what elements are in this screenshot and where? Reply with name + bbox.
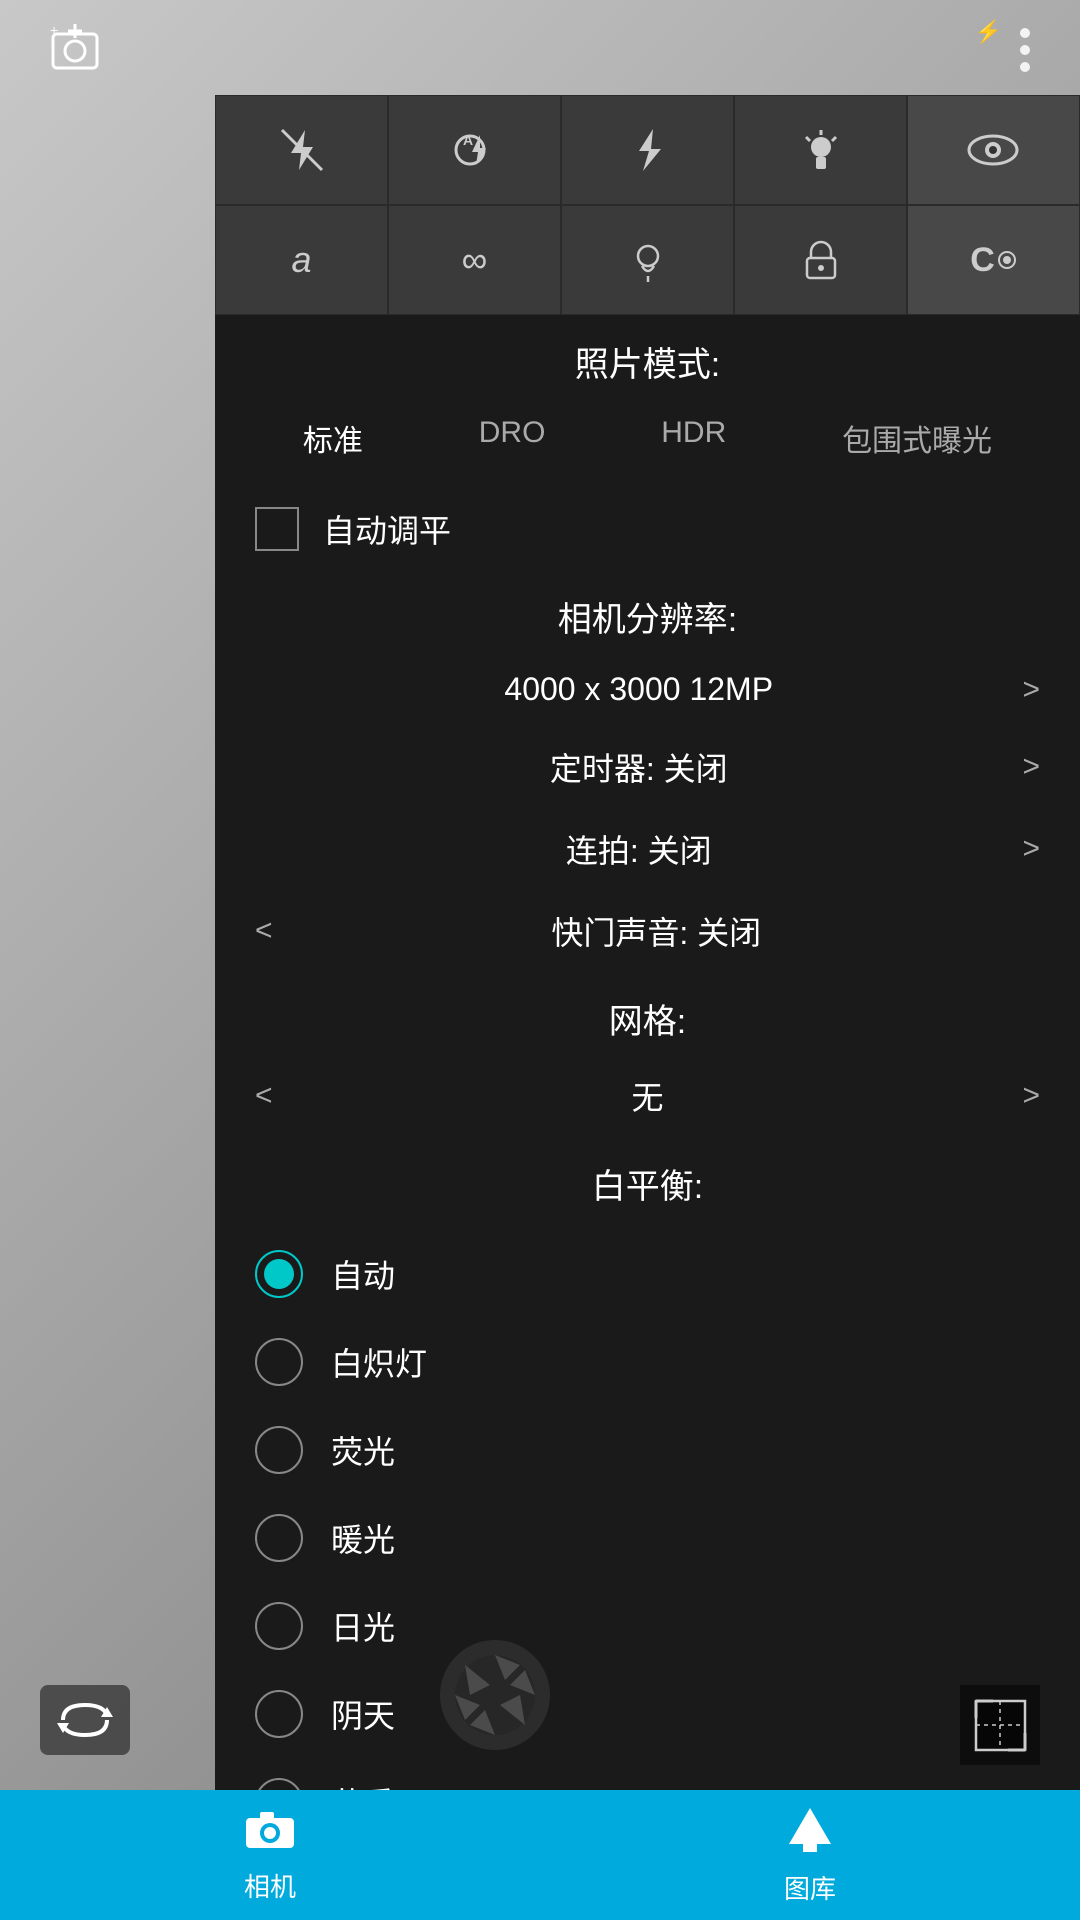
focus-row: a ∞ C (215, 205, 1080, 315)
wb-fluorescent-label: 荧光 (331, 1427, 395, 1473)
focus-macro-button[interactable] (561, 205, 734, 315)
settings-panel: A a (215, 95, 1080, 1790)
flash-off-button[interactable] (215, 95, 388, 205)
timer-label: 定时器: 关闭 (550, 744, 728, 790)
focus-infinity-button[interactable]: ∞ (388, 205, 561, 315)
flash-row: A (215, 95, 1080, 205)
grid-left-arrow[interactable]: < (255, 1079, 273, 1113)
shutter-sound-row[interactable]: < 快门声音: 关闭 (215, 890, 1080, 972)
flash-torch-button[interactable] (734, 95, 907, 205)
wb-incandescent-radio[interactable] (255, 1338, 303, 1386)
mode-bracket[interactable]: 包围式曝光 (826, 408, 1008, 468)
wb-fluorescent-radio[interactable] (255, 1426, 303, 1474)
flash-on-button[interactable] (561, 95, 734, 205)
grid-title: 网格: (215, 972, 1080, 1055)
flash-auto-button[interactable]: A (388, 95, 561, 205)
wb-title: 白平衡: (215, 1137, 1080, 1220)
add-photo-button[interactable]: + (40, 15, 110, 85)
mode-dro[interactable]: DRO (463, 408, 562, 468)
wb-daylight-label: 日光 (331, 1603, 395, 1649)
resolution-row[interactable]: 4000 x 3000 12MP > (215, 653, 1080, 726)
bottom-nav: 相机 图库 (0, 1790, 1080, 1920)
wb-dusk-radio[interactable] (255, 1778, 303, 1790)
wb-incandescent-label: 白炽灯 (331, 1339, 427, 1385)
wb-auto[interactable]: 自动 (215, 1230, 1080, 1318)
auto-level-checkbox[interactable] (255, 507, 299, 551)
wb-cloudy-radio[interactable] (255, 1690, 303, 1738)
wb-warm[interactable]: 暖光 (215, 1494, 1080, 1582)
wb-cloudy[interactable]: 阴天 (215, 1670, 1080, 1758)
burst-arrow: > (1022, 832, 1040, 866)
wb-daylight[interactable]: 日光 (215, 1582, 1080, 1670)
timer-row[interactable]: 定时器: 关闭 > (215, 726, 1080, 808)
flip-camera-button[interactable] (40, 1685, 130, 1755)
shutter-overlay (430, 1630, 560, 1765)
auto-level-label: 自动调平 (323, 506, 451, 552)
wb-fluorescent[interactable]: 荧光 (215, 1406, 1080, 1494)
camera-nav-icon (244, 1806, 296, 1861)
focus-custom-button[interactable]: C (907, 205, 1080, 315)
resolution-title: 相机分辨率: (215, 570, 1080, 653)
wb-incandescent[interactable]: 白炽灯 (215, 1318, 1080, 1406)
wb-warm-label: 暖光 (331, 1515, 395, 1561)
grid-row[interactable]: < 无 > (215, 1055, 1080, 1137)
wb-dusk-label: 黄昏 (331, 1779, 395, 1790)
gallery-nav-icon (785, 1804, 835, 1863)
grid-value: 无 (631, 1073, 663, 1119)
wb-auto-radio[interactable] (255, 1250, 303, 1298)
svg-text:+: + (50, 22, 58, 38)
focus-auto-button[interactable]: a (215, 205, 388, 315)
burst-label: 连拍: 关闭 (566, 826, 712, 872)
timer-arrow: > (1022, 750, 1040, 784)
svg-text:A: A (463, 132, 473, 148)
wb-warm-radio[interactable] (255, 1514, 303, 1562)
gallery-nav-label: 图库 (784, 1869, 836, 1906)
wb-auto-label: 自动 (331, 1251, 395, 1297)
expand-button[interactable] (960, 1685, 1040, 1765)
top-bar: + ⚡ (0, 0, 1080, 100)
camera-nav-label: 相机 (244, 1867, 296, 1904)
photo-mode-title: 照片模式: (215, 315, 1080, 398)
resolution-arrow: > (1022, 673, 1040, 707)
wb-daylight-radio[interactable] (255, 1602, 303, 1650)
shutter-left-arrow[interactable]: < (255, 914, 273, 948)
nav-camera[interactable]: 相机 (0, 1790, 540, 1920)
nav-gallery[interactable]: 图库 (540, 1790, 1080, 1920)
burst-row[interactable]: 连拍: 关闭 > (215, 808, 1080, 890)
photo-mode-options: 标准 DRO HDR 包围式曝光 (215, 398, 1080, 488)
wb-dusk[interactable]: 黄昏 (215, 1758, 1080, 1790)
mode-hdr[interactable]: HDR (645, 408, 742, 468)
wb-cloudy-label: 阴天 (331, 1691, 395, 1737)
resolution-value: 4000 x 3000 12MP (504, 671, 773, 708)
grid-right-arrow: > (1022, 1079, 1040, 1113)
wb-options: 自动 白炽灯 荧光 暖光 日光 阴天 黄昏 阴影 (215, 1220, 1080, 1790)
top-bar-right: ⚡ (975, 18, 1040, 82)
wb-auto-radio-inner (264, 1259, 294, 1289)
shutter-label: 快门声音: 关闭 (551, 908, 761, 954)
more-options-button[interactable] (1010, 18, 1040, 82)
eye-mode-button[interactable] (907, 95, 1080, 205)
mode-standard[interactable]: 标准 (287, 408, 379, 468)
auto-level-row: 自动调平 (215, 488, 1080, 570)
focus-lock-button[interactable] (734, 205, 907, 315)
